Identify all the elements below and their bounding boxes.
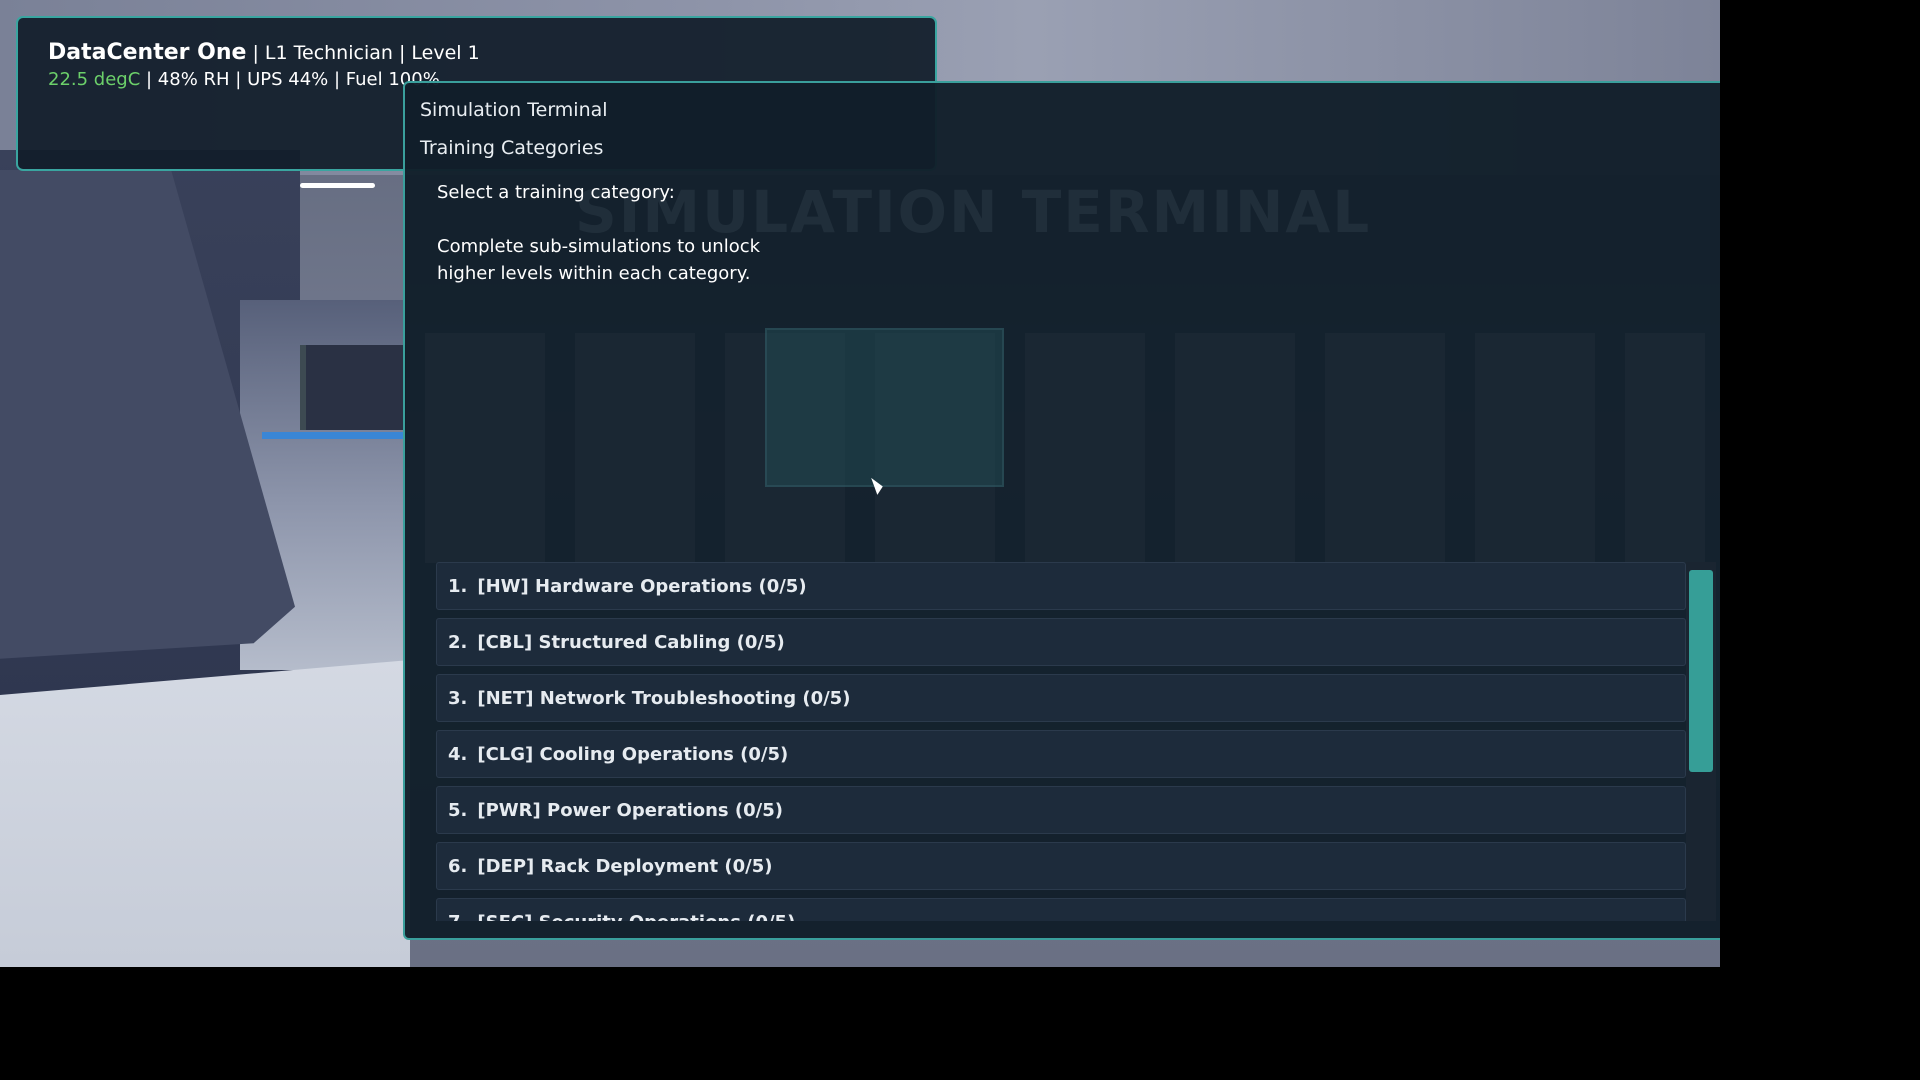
category-label: [CLG] Cooling Operations (0/5) (477, 743, 789, 765)
simulation-terminal-panel: SIMULATION TERMINAL Simulation Terminal … (403, 81, 1720, 940)
temperature-readout: 22.5 degC (48, 69, 141, 90)
category-label: [HW] Hardware Operations (0/5) (477, 575, 807, 597)
category-item-power[interactable]: 5. [PWR] Power Operations (0/5) (436, 786, 1686, 834)
category-number: 6. (448, 855, 468, 877)
category-label: [NET] Network Troubleshooting (0/5) (477, 687, 851, 709)
scene-floor-stripe (262, 432, 410, 439)
category-item-network[interactable]: 3. [NET] Network Troubleshooting (0/5) (436, 674, 1686, 722)
category-label: [PWR] Power Operations (0/5) (477, 799, 783, 821)
category-prompt: Select a training category: (437, 182, 675, 203)
category-label: [SEC] Security Operations (0/5) (477, 912, 795, 922)
category-number: 5. (448, 799, 468, 821)
facility-name: DataCenter One (48, 40, 247, 65)
category-scrollbar[interactable] (1686, 562, 1716, 921)
category-number: 4. (448, 743, 468, 765)
category-number: 2. (448, 631, 468, 653)
category-label: [CBL] Structured Cabling (0/5) (477, 631, 785, 653)
role-info: | L1 Technician | Level 1 (246, 42, 480, 64)
environment-stats: | 48% RH | UPS 44% | Fuel 100% (140, 69, 440, 90)
category-number: 3. (448, 687, 468, 709)
scrollbar-thumb[interactable] (1689, 570, 1713, 772)
scene-ceiling-light (300, 183, 375, 188)
letterbox-right (1720, 0, 1920, 1080)
hud-header: DataCenter One | L1 Technician | Level 1 (48, 40, 905, 66)
panel-subtitle: Training Categories (420, 137, 604, 159)
letterbox-bottom (0, 967, 1920, 1080)
scene-server-rack (300, 345, 406, 430)
category-item-cabling[interactable]: 2. [CBL] Structured Cabling (0/5) (436, 618, 1686, 666)
category-item-security[interactable]: 7. [SEC] Security Operations (0/5) (436, 898, 1686, 921)
panel-title: Simulation Terminal (420, 99, 608, 121)
category-item-cooling[interactable]: 4. [CLG] Cooling Operations (0/5) (436, 730, 1686, 778)
background-screen (765, 328, 1004, 487)
background-panel-grid (425, 333, 1705, 563)
category-item-deployment[interactable]: 6. [DEP] Rack Deployment (0/5) (436, 842, 1686, 890)
category-item-hardware[interactable]: 1. [HW] Hardware Operations (0/5) (436, 562, 1686, 610)
category-number: 1. (448, 575, 468, 597)
category-description: Complete sub-simulations to unlock highe… (437, 236, 761, 284)
category-label: [DEP] Rack Deployment (0/5) (477, 855, 773, 877)
category-number: 7. (448, 912, 467, 922)
category-list[interactable]: 1. [HW] Hardware Operations (0/5) 2. [CBL]… (436, 562, 1686, 921)
